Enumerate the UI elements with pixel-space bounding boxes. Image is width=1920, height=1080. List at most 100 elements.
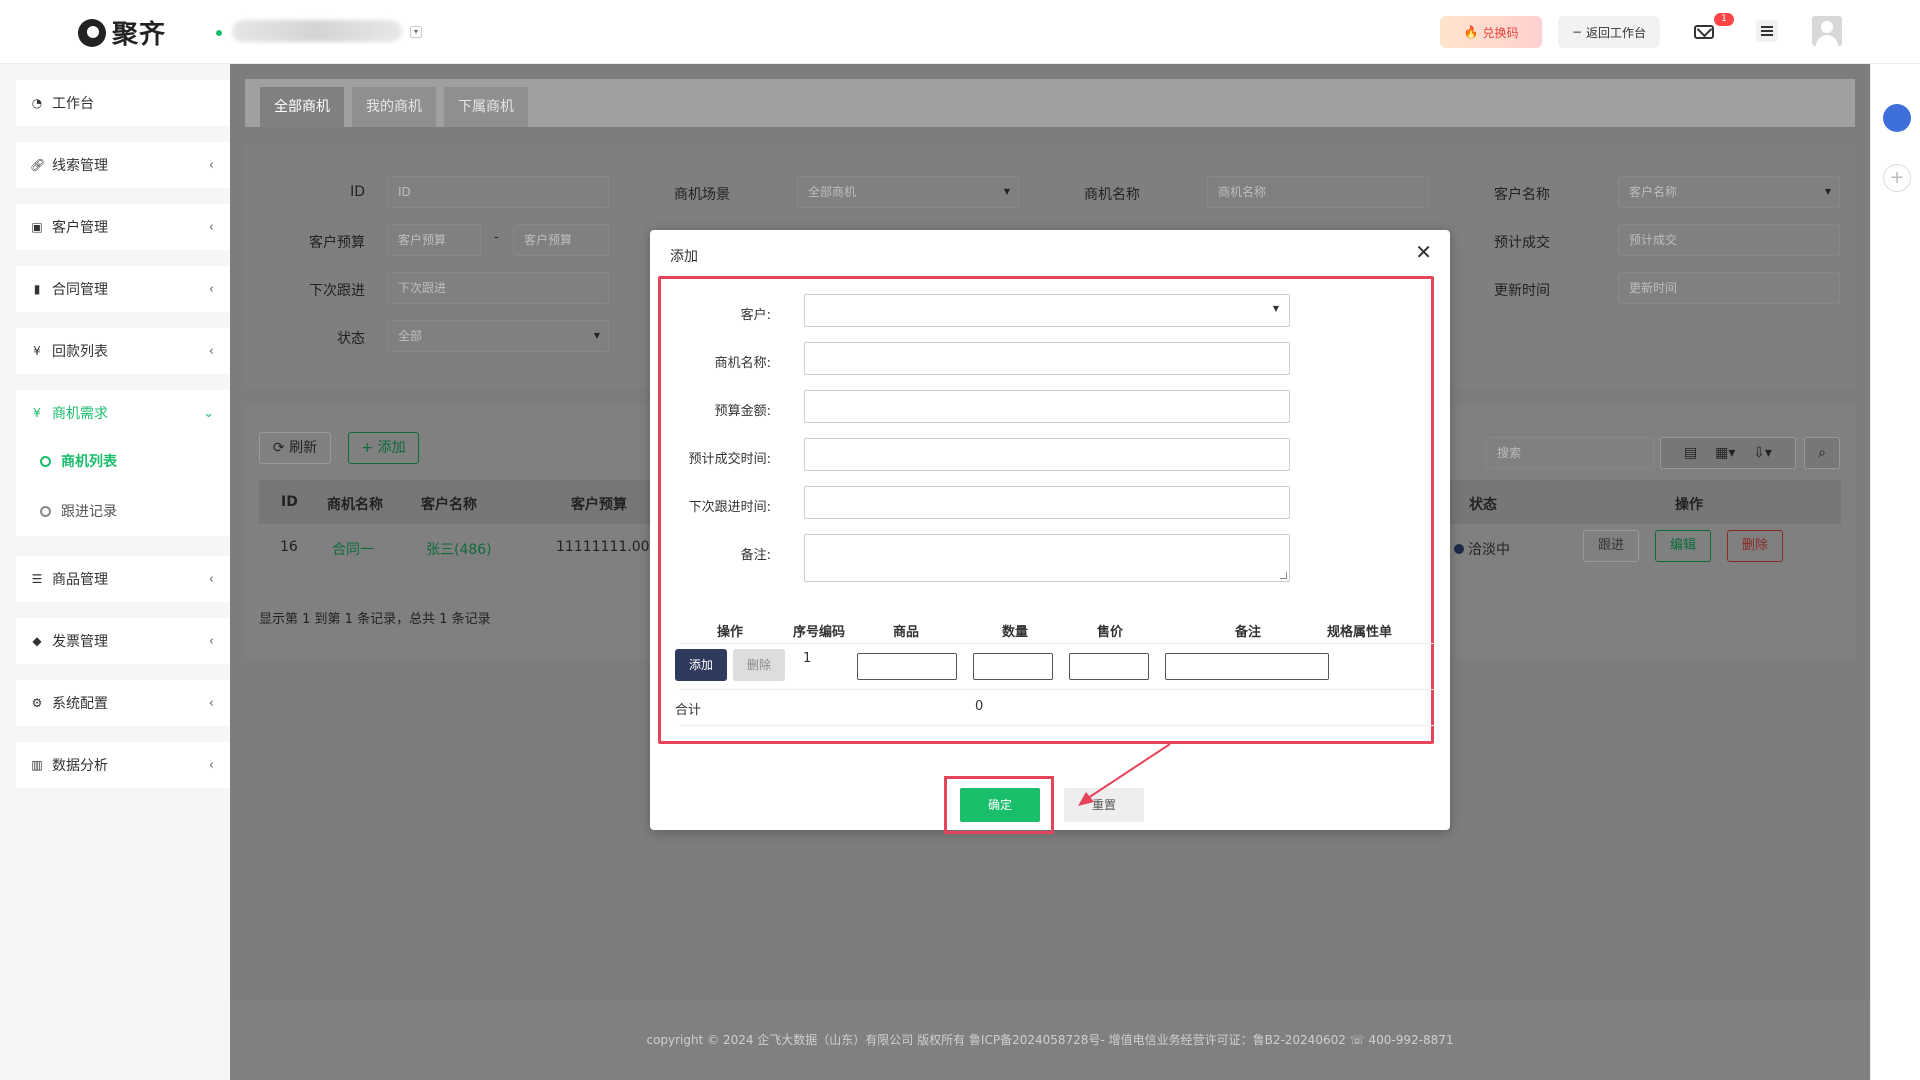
- sidebar-item-products[interactable]: ☰ 商品管理 ‹: [16, 556, 230, 602]
- minus-icon: −: [1571, 25, 1583, 39]
- goods-price-input[interactable]: [1069, 653, 1149, 680]
- goods-product-input[interactable]: [857, 653, 957, 680]
- filter-status-label: 状态: [337, 331, 365, 347]
- sidebar-item-leads[interactable]: 🔗︎ 线索管理 ‹: [16, 142, 230, 188]
- chevron-left-icon: ‹: [208, 281, 214, 297]
- confirm-button[interactable]: 确定: [960, 788, 1040, 822]
- chevron-left-icon: ‹: [208, 633, 214, 649]
- row-customer-link[interactable]: 张三(486): [426, 539, 492, 559]
- sidebar-subitem-label: 跟进记录: [61, 504, 117, 520]
- chevron-left-icon: ‹: [208, 757, 214, 773]
- exchange-code-button[interactable]: 🔥 兑换码: [1440, 16, 1542, 48]
- filter-customer-label: 客户名称: [1494, 187, 1550, 203]
- row-name-link[interactable]: 合同一: [332, 539, 374, 559]
- add-button[interactable]: + 添加: [348, 432, 419, 464]
- export-icon[interactable]: ⇩▾: [1753, 445, 1772, 461]
- tab-all-opportunities[interactable]: 全部商机: [260, 87, 344, 127]
- customer-select[interactable]: [804, 294, 1290, 327]
- name-label: 商机名称:: [714, 356, 771, 371]
- next-time-label: 下次跟进时间:: [688, 500, 771, 515]
- remark-textarea[interactable]: [804, 534, 1290, 582]
- sidebar-item-invoices[interactable]: ◆ 发票管理 ‹: [16, 618, 230, 664]
- goods-row-number: 1: [803, 651, 812, 666]
- mail-icon[interactable]: [1692, 20, 1716, 44]
- tab-my-opportunities[interactable]: 我的商机: [352, 87, 436, 127]
- follow-button[interactable]: 跟进: [1583, 530, 1639, 562]
- filter-name-input[interactable]: 商机名称: [1207, 176, 1429, 208]
- goods-header-spec: 规格属性单: [1327, 625, 1393, 640]
- chat-icon[interactable]: [1883, 104, 1911, 132]
- delete-button[interactable]: 删除: [1727, 530, 1783, 562]
- table-header-status: 状态: [1469, 497, 1497, 513]
- sidebar-subitem-opportunity-list[interactable]: 商机列表: [16, 436, 230, 486]
- table-tools-group[interactable]: ▤ ▦▾ ⇩▾: [1660, 437, 1796, 469]
- edit-button[interactable]: 编辑: [1655, 530, 1711, 562]
- search-icon[interactable]: ⌕: [1804, 437, 1840, 469]
- hamburger-menu-icon[interactable]: [1756, 20, 1778, 42]
- row-status: 洽淡中: [1454, 539, 1510, 559]
- refresh-button[interactable]: ⟳ 刷新: [259, 432, 331, 464]
- row-status-label: 洽淡中: [1468, 542, 1510, 558]
- list-view-icon[interactable]: ▤: [1684, 445, 1697, 461]
- bookmark-icon: ▮: [33, 282, 41, 296]
- goods-add-button[interactable]: 添加: [675, 649, 727, 681]
- goods-header-code: 序号编码: [793, 625, 846, 640]
- opportunity-name-input[interactable]: [804, 342, 1290, 375]
- tab-subordinate-opportunities[interactable]: 下属商机: [444, 87, 528, 127]
- avatar[interactable]: [1812, 16, 1842, 46]
- filter-status-select[interactable]: 全部: [387, 320, 609, 352]
- sidebar-item-settings[interactable]: ⚙ 系统配置 ‹: [16, 680, 230, 726]
- sidebar-item-opportunities[interactable]: ¥ 商机需求 ⌄: [16, 390, 230, 436]
- mail-badge: 1: [1714, 13, 1734, 26]
- status-dot-icon: [1454, 544, 1464, 554]
- goods-quantity-input[interactable]: [973, 653, 1053, 680]
- form-highlight-box: 客户: 商机名称: 预算金额: 预计成交时间: 下次跟进时间: 备注: 操作 序…: [658, 276, 1435, 744]
- deal-time-input[interactable]: [804, 438, 1290, 471]
- table-header-id: ID: [281, 494, 298, 510]
- table-header-actions: 操作: [1675, 497, 1703, 513]
- total-divider: [679, 725, 1435, 726]
- table-search-input[interactable]: 搜索: [1486, 437, 1654, 469]
- filter-update-input[interactable]: 更新时间: [1618, 272, 1840, 304]
- list-icon: ☰: [31, 572, 43, 586]
- yen-icon: ¥: [33, 406, 41, 420]
- brand-logo[interactable]: 聚齐: [78, 14, 166, 51]
- sidebar-item-label: 回款列表: [52, 344, 108, 360]
- chevron-down-icon: ⌄: [203, 405, 214, 421]
- next-time-input[interactable]: [804, 486, 1290, 519]
- sidebar-item-contracts[interactable]: ▮ 合同管理 ‹: [16, 266, 230, 312]
- sidebar-subitem-follow-records[interactable]: 跟进记录: [16, 486, 230, 536]
- sidebar-item-label: 客户管理: [52, 220, 108, 236]
- bar-chart-icon: ▥: [31, 758, 43, 772]
- plus-icon[interactable]: +: [1883, 164, 1911, 192]
- budget-input[interactable]: [804, 390, 1290, 423]
- filter-customer-select[interactable]: 客户名称: [1618, 176, 1840, 208]
- table-header-name: 商机名称: [327, 497, 383, 513]
- sidebar-item-payments[interactable]: ¥ 回款列表 ‹: [16, 328, 230, 374]
- filter-budget-max-input[interactable]: 客户预算: [513, 224, 609, 256]
- filter-scene-select[interactable]: 全部商机: [797, 176, 1019, 208]
- total-value: 0: [975, 699, 984, 714]
- org-dropdown-icon[interactable]: ▾: [410, 26, 422, 38]
- goods-header-price: 售价: [1097, 625, 1124, 640]
- filter-budget-min-input[interactable]: 客户预算: [387, 224, 481, 256]
- circle-icon: [40, 505, 51, 517]
- close-icon[interactable]: ✕: [1415, 240, 1432, 264]
- goods-delete-button[interactable]: 删除: [733, 649, 785, 681]
- filter-deal-input[interactable]: 预计成交: [1618, 224, 1840, 256]
- pager-info: 显示第 1 到第 1 条记录，总共 1 条记录: [259, 612, 491, 627]
- sidebar-item-label: 商机需求: [52, 406, 108, 422]
- org-name-blurred[interactable]: [232, 20, 402, 42]
- back-workspace-button[interactable]: − 返回工作台: [1558, 16, 1660, 48]
- columns-icon[interactable]: ▦▾: [1715, 445, 1735, 461]
- goods-remark-input[interactable]: [1165, 653, 1329, 680]
- filter-id-input[interactable]: ID: [387, 176, 609, 208]
- sidebar-item-customers[interactable]: ▣ 客户管理 ‹: [16, 204, 230, 250]
- sidebar-item-analytics[interactable]: ▥ 数据分析 ‹: [16, 742, 230, 788]
- back-workspace-label: 返回工作台: [1586, 25, 1647, 40]
- goods-header-remark: 备注: [1235, 625, 1262, 640]
- filter-next-input[interactable]: 下次跟进: [387, 272, 609, 304]
- row-budget: 11111111.00: [556, 539, 650, 555]
- sidebar-item-label: 数据分析: [52, 758, 108, 774]
- sidebar-item-workspace[interactable]: ◔ 工作台: [16, 80, 230, 126]
